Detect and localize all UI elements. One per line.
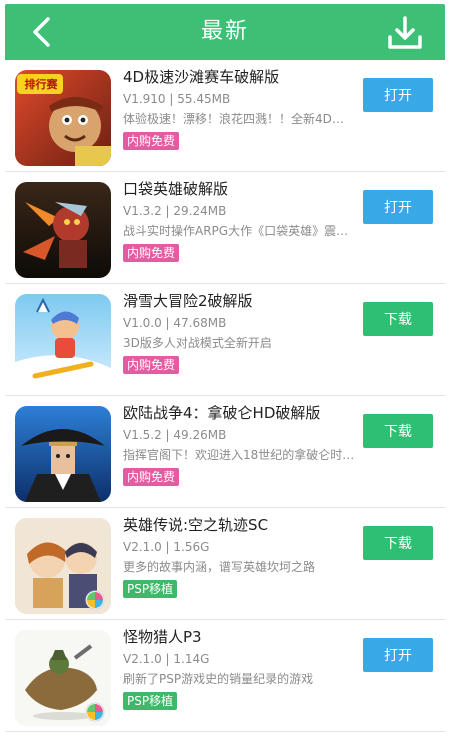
app-name: 欧陆战争4：拿破仑HD破解版 (123, 404, 321, 422)
app-info: 欧陆战争4：拿破仑HD破解版 V1.5.2 | 49.26MB 指挥官阁下！欢迎… (123, 402, 355, 486)
list-item[interactable]: 排行赛 4D极速沙滩赛车破解版 V1.910 | 55.45MB 体验极速！漂移… (5, 60, 445, 172)
app-version-size: V1.910 | 55.45MB (123, 92, 231, 106)
app-info: 英雄传说:空之轨迹SC V2.1.0 | 1.56G 更多的故事内涵，谱写英雄坎… (123, 514, 355, 598)
app-description: 3D版多人对战模式全新开启 (123, 336, 272, 350)
app-description: 刷新了PSP游戏史的销量纪录的游戏 (123, 672, 314, 686)
monster-hunter-game-icon[interactable] (15, 630, 111, 726)
ski-safari-game-icon[interactable] (15, 294, 111, 390)
pocket-heroes-game-icon[interactable] (15, 182, 111, 278)
app-version-size: V1.3.2 | 29.24MB (123, 204, 227, 218)
app-version-size: V1.0.0 | 47.68MB (123, 316, 227, 330)
download-button[interactable]: 下载 (363, 414, 433, 448)
app-name: 4D极速沙滩赛车破解版 (123, 68, 280, 86)
list-item[interactable]: 欧陆战争4：拿破仑HD破解版 V1.5.2 | 49.26MB 指挥官阁下！欢迎… (5, 396, 445, 508)
app-description: 战斗实时操作ARPG大作《口袋英雄》震撼... (123, 224, 355, 238)
app-version-size: V1.5.2 | 49.26MB (123, 428, 227, 442)
app-list: 排行赛 4D极速沙滩赛车破解版 V1.910 | 55.45MB 体验极速！漂移… (5, 60, 445, 732)
download-manager-button[interactable] (385, 13, 425, 53)
open-button[interactable]: 打开 (363, 190, 433, 224)
app-version-size: V2.1.0 | 1.14G (123, 652, 210, 666)
download-icon (388, 16, 422, 49)
app-description: 更多的故事内涵，谱写英雄坎坷之路 (123, 560, 316, 574)
list-item[interactable]: 滑雪大冒险2破解版 V1.0.0 | 47.68MB 3D版多人对战模式全新开启… (5, 284, 445, 396)
app-tag: 内购免费 (123, 244, 180, 262)
app-frame: 最新 排行赛 4D极速沙滩赛车破解版 V1.910 | 55.45MB 体验极速… (5, 4, 445, 746)
open-button[interactable]: 打开 (363, 638, 433, 672)
app-tag: PSP移植 (123, 692, 178, 710)
app-info: 滑雪大冒险2破解版 V1.0.0 | 47.68MB 3D版多人对战模式全新开启… (123, 290, 355, 374)
app-version-size: V2.1.0 | 1.56G (123, 540, 210, 554)
app-description: 指挥官阁下！欢迎进入18世纪的拿破仑时代... (123, 448, 355, 462)
app-name: 滑雪大冒险2破解版 (123, 292, 253, 310)
app-info: 怪物猎人P3 V2.1.0 | 1.14G 刷新了PSP游戏史的销量纪录的游戏 … (123, 626, 355, 710)
list-bottom-spacer (5, 732, 445, 740)
napoleon-game-icon[interactable] (15, 406, 111, 502)
beach-racing-game-icon[interactable]: 排行赛 (15, 70, 111, 166)
icon-badge-text: 排行赛 (24, 78, 58, 91)
app-name: 口袋英雄破解版 (123, 180, 229, 198)
header-bar: 最新 (5, 4, 445, 60)
app-description: 体验极速！漂移！浪花四溅！！全新4D沙... (123, 112, 355, 126)
page-title: 最新 (200, 19, 249, 44)
download-button[interactable]: 下载 (363, 302, 433, 336)
app-tag: 内购免费 (123, 132, 180, 150)
list-item[interactable]: 怪物猎人P3 V2.1.0 | 1.14G 刷新了PSP游戏史的销量纪录的游戏 … (5, 620, 445, 732)
app-tag: 内购免费 (123, 468, 180, 486)
app-tag: PSP移植 (123, 580, 178, 598)
list-item[interactable]: 口袋英雄破解版 V1.3.2 | 29.24MB 战斗实时操作ARPG大作《口袋… (5, 172, 445, 284)
app-info: 口袋英雄破解版 V1.3.2 | 29.24MB 战斗实时操作ARPG大作《口袋… (123, 178, 355, 262)
app-tag: 内购免费 (123, 356, 180, 374)
download-button[interactable]: 下载 (363, 526, 433, 560)
app-name: 怪物猎人P3 (123, 628, 202, 646)
app-info: 4D极速沙滩赛车破解版 V1.910 | 55.45MB 体验极速！漂移！浪花四… (123, 66, 355, 150)
app-name: 英雄传说:空之轨迹SC (123, 516, 269, 534)
trails-in-the-sky-game-icon[interactable] (15, 518, 111, 614)
open-button[interactable]: 打开 (363, 78, 433, 112)
list-item[interactable]: 英雄传说:空之轨迹SC V2.1.0 | 1.56G 更多的故事内涵，谱写英雄坎… (5, 508, 445, 620)
